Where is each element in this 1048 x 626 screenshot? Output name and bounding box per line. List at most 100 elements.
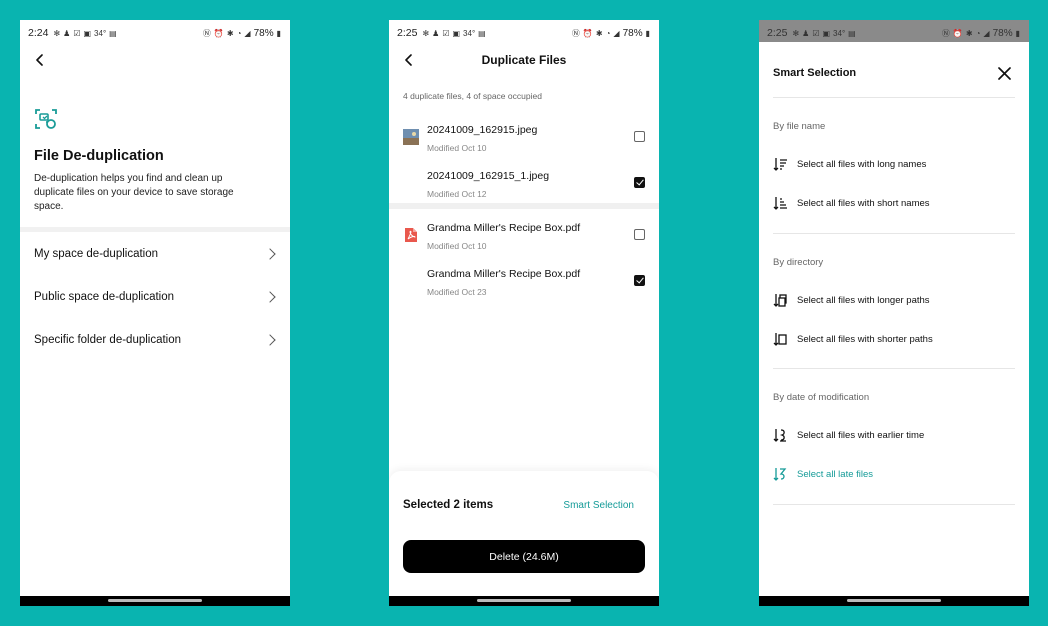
group-divider xyxy=(389,203,659,209)
file-checkbox[interactable] xyxy=(634,131,645,142)
nfc-icon: Ⓝ xyxy=(202,28,211,38)
battery-level: 78% xyxy=(253,27,274,39)
bluetooth-icon: ✱ xyxy=(226,28,234,38)
option-label: Select all files with shorter paths xyxy=(797,333,933,345)
sort-long-names-icon xyxy=(773,157,787,171)
dedup-scan-icon xyxy=(34,107,58,131)
sort-earlier-time-icon xyxy=(773,428,786,442)
navigation-bar xyxy=(389,596,659,606)
file-name: Grandma Miller's Recipe Box.pdf xyxy=(427,222,581,234)
file-checkbox-checked[interactable] xyxy=(634,177,645,188)
section-label-directory: By directory xyxy=(773,257,824,268)
snowflake-icon: ✻ xyxy=(792,28,800,38)
file-row[interactable]: 20241009_162915.jpeg Modified Oct 10 xyxy=(389,121,659,165)
home-gesture-handle[interactable] xyxy=(847,599,941,602)
option-earlier-time[interactable]: Select all files with earlier time xyxy=(773,426,1015,444)
file-name: 20241009_162915_1.jpeg xyxy=(427,170,550,182)
nfc-icon: Ⓝ xyxy=(941,28,950,38)
signal-icon: ◢ xyxy=(613,28,620,38)
checkbox-notification-icon: ☑ xyxy=(73,28,81,38)
divider xyxy=(20,227,290,232)
file-name: Grandma Miller's Recipe Box.pdf xyxy=(427,268,581,280)
file-checkbox[interactable] xyxy=(634,229,645,240)
selected-count: Selected 2 items xyxy=(403,499,494,511)
bluetooth-icon: ✱ xyxy=(595,28,603,38)
app-notification-icon: ♟ xyxy=(802,28,810,38)
divider xyxy=(773,504,1015,505)
wifi-icon: ◔ xyxy=(605,28,611,38)
option-label: Select all files with earlier time xyxy=(797,429,925,441)
menu-item-label: Specific folder de-duplication xyxy=(34,334,182,346)
shorter-path-icon xyxy=(773,332,787,346)
status-time: 2:24 xyxy=(28,27,49,39)
wifi-icon: ◔ xyxy=(975,28,981,38)
back-arrow-icon[interactable] xyxy=(30,50,50,70)
sheet-title: Smart Selection xyxy=(773,67,857,79)
temperature-label: 34° xyxy=(833,28,846,38)
phone-screen-smart-selection: 2:25 ✻ ♟ ☑ ▣ 34° ▤ Ⓝ ⏰ ✱ ◔ ◢ 78% ▮ Smart… xyxy=(759,20,1029,606)
chevron-right-icon xyxy=(264,334,276,346)
image-notification-icon: ▣ xyxy=(822,28,831,38)
snowflake-icon: ✻ xyxy=(422,28,430,38)
menu-item-specific-folder[interactable]: Specific folder de-duplication xyxy=(20,320,290,360)
chevron-right-icon xyxy=(264,291,276,303)
status-time: 2:25 xyxy=(397,27,418,39)
file-row[interactable]: Grandma Miller's Recipe Box.pdf Modified… xyxy=(389,265,659,309)
option-late-files-selected[interactable]: Select all late files xyxy=(773,465,1015,483)
navigation-bar xyxy=(759,596,1029,606)
signal-icon: ◢ xyxy=(983,28,990,38)
snowflake-icon: ✻ xyxy=(53,28,61,38)
alarm-icon: ⏰ xyxy=(582,28,593,38)
phone-screen-duplicate-files: 2:25 ✻ ♟ ☑ ▣ 34° ▤ Ⓝ ⏰ ✱ ◔ ◢ 78% ▮ Dupli… xyxy=(389,20,659,606)
menu-item-label: Public space de-duplication xyxy=(34,291,175,303)
image-notification-icon: ▣ xyxy=(83,28,92,38)
divider xyxy=(773,233,1015,234)
smart-selection-link[interactable]: Smart Selection xyxy=(563,500,634,511)
pdf-icon xyxy=(403,227,419,243)
close-icon[interactable] xyxy=(998,67,1011,80)
page-title: Duplicate Files xyxy=(481,53,567,67)
app-notification-icon: ♟ xyxy=(432,28,440,38)
navigation-bar xyxy=(20,596,290,606)
option-longer-paths[interactable]: Select all files with longer paths xyxy=(773,291,1015,309)
divider xyxy=(773,368,1015,369)
status-bar: 2:25 ✻ ♟ ☑ ▣ 34° ▤ Ⓝ ⏰ ✱ ◔ ◢ 78% ▮ xyxy=(389,20,659,46)
file-checkbox-checked[interactable] xyxy=(634,275,645,286)
longer-path-icon xyxy=(773,293,787,307)
image-thumbnail xyxy=(403,129,419,145)
home-gesture-handle[interactable] xyxy=(108,599,202,602)
delete-button[interactable]: Delete (24.6M) xyxy=(403,540,645,573)
page-description: De-duplication helps you find and clean … xyxy=(34,173,234,212)
sort-short-names-icon xyxy=(773,196,787,210)
sort-late-time-icon xyxy=(773,467,787,481)
file-name: 20241009_162915.jpeg xyxy=(427,124,538,136)
menu-item-public-space[interactable]: Public space de-duplication xyxy=(20,277,290,317)
battery-icon: ▮ xyxy=(276,28,281,38)
option-long-names[interactable]: Select all files with long names xyxy=(773,155,1015,173)
image-notification-icon: ▣ xyxy=(452,28,461,38)
battery-icon: ▮ xyxy=(1015,28,1020,38)
checkbox-notification-icon: ☑ xyxy=(812,28,820,38)
signal-icon: ◢ xyxy=(244,28,251,38)
nfc-icon: Ⓝ xyxy=(571,28,580,38)
option-short-names[interactable]: Select all files with short names xyxy=(773,194,1015,212)
bluetooth-icon: ✱ xyxy=(965,28,973,38)
home-gesture-handle[interactable] xyxy=(477,599,571,602)
status-bar: 2:24 ✻ ♟ ☑ ▣ 34° ▤ Ⓝ ⏰ ✱ ◔ ◢ 78% ▮ xyxy=(20,20,290,46)
calendar-notification-icon: ▤ xyxy=(478,28,486,38)
alarm-icon: ⏰ xyxy=(213,28,224,38)
file-row[interactable]: Grandma Miller's Recipe Box.pdf Modified… xyxy=(389,219,659,263)
file-modified: Modified Oct 12 xyxy=(427,189,487,199)
phone-screen-file-deduplication: 2:24 ✻ ♟ ☑ ▣ 34° ▤ Ⓝ ⏰ ✱ ◔ ◢ 78% ▮ File xyxy=(20,20,290,606)
menu-item-label: My space de-duplication xyxy=(34,248,159,260)
option-label: Select all late files xyxy=(797,468,874,480)
option-label: Select all files with short names xyxy=(797,197,930,209)
duplicate-summary: 4 duplicate files, 4 of space occupied xyxy=(403,91,542,101)
menu-item-my-space[interactable]: My space de-duplication xyxy=(20,234,290,274)
file-modified: Modified Oct 10 xyxy=(427,241,487,251)
file-modified: Modified Oct 10 xyxy=(427,143,487,153)
option-shorter-paths[interactable]: Select all files with shorter paths xyxy=(773,330,1015,348)
calendar-notification-icon: ▤ xyxy=(109,28,117,38)
temperature-label: 34° xyxy=(463,28,476,38)
battery-level: 78% xyxy=(992,27,1013,39)
